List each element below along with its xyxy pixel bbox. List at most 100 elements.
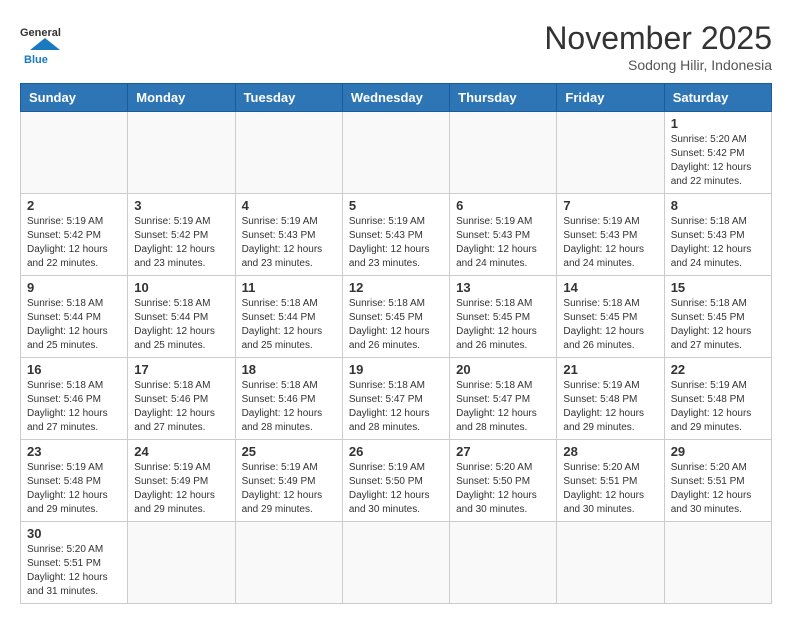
- day-number: 6: [456, 198, 550, 213]
- day-number: 15: [671, 280, 765, 295]
- day-info: Sunrise: 5:18 AM Sunset: 5:44 PM Dayligh…: [134, 297, 228, 353]
- calendar-day-cell: 5 Sunrise: 5:19 AM Sunset: 5:43 PM Daylig…: [342, 194, 449, 276]
- calendar-day-cell: 7 Sunrise: 5:19 AM Sunset: 5:43 PM Daylig…: [557, 194, 664, 276]
- day-number: 4: [242, 198, 336, 213]
- calendar-day-cell: 26 Sunrise: 5:19 AM Sunset: 5:50 PM Dayli…: [342, 440, 449, 522]
- weekday-header-wednesday: Wednesday: [342, 84, 449, 112]
- day-info: Sunrise: 5:19 AM Sunset: 5:42 PM Dayligh…: [27, 215, 121, 271]
- day-info: Sunrise: 5:19 AM Sunset: 5:48 PM Dayligh…: [671, 379, 765, 435]
- day-info: Sunrise: 5:19 AM Sunset: 5:43 PM Dayligh…: [242, 215, 336, 271]
- day-info: Sunrise: 5:18 AM Sunset: 5:45 PM Dayligh…: [456, 297, 550, 353]
- calendar-week-row: 1Sunrise: 5:20 AM Sunset: 5:42 PM Daylig…: [21, 112, 772, 194]
- month-title: November 2025: [544, 20, 772, 57]
- calendar-day-cell: 22Sunrise: 5:19 AM Sunset: 5:48 PM Dayli…: [664, 358, 771, 440]
- calendar-header-row: SundayMondayTuesdayWednesdayThursdayFrid…: [21, 84, 772, 112]
- day-number: 1: [671, 116, 765, 131]
- day-number: 28: [563, 444, 657, 459]
- calendar-day-cell: 1Sunrise: 5:20 AM Sunset: 5:42 PM Daylig…: [664, 112, 771, 194]
- calendar-empty-cell: [557, 112, 664, 194]
- day-info: Sunrise: 5:19 AM Sunset: 5:49 PM Dayligh…: [242, 461, 336, 517]
- calendar-week-row: 23 Sunrise: 5:19 AM Sunset: 5:48 PM Dayli…: [21, 440, 772, 522]
- calendar-day-cell: 17 Sunrise: 5:18 AM Sunset: 5:46 PM Dayli…: [128, 358, 235, 440]
- day-info: Sunrise: 5:19 AM Sunset: 5:43 PM Dayligh…: [456, 215, 550, 271]
- day-number: 17: [134, 362, 228, 377]
- calendar-day-cell: 16 Sunrise: 5:18 AM Sunset: 5:46 PM Dayli…: [21, 358, 128, 440]
- weekday-header-sunday: Sunday: [21, 84, 128, 112]
- day-number: 3: [134, 198, 228, 213]
- day-info: Sunrise: 5:18 AM Sunset: 5:44 PM Dayligh…: [242, 297, 336, 353]
- day-number: 26: [349, 444, 443, 459]
- calendar-day-cell: 8Sunrise: 5:18 AM Sunset: 5:43 PM Daylig…: [664, 194, 771, 276]
- logo: General Blue: [20, 20, 70, 65]
- day-info: Sunrise: 5:18 AM Sunset: 5:46 PM Dayligh…: [134, 379, 228, 435]
- day-info: Sunrise: 5:18 AM Sunset: 5:43 PM Dayligh…: [671, 215, 765, 271]
- day-info: Sunrise: 5:19 AM Sunset: 5:48 PM Dayligh…: [27, 461, 121, 517]
- day-number: 7: [563, 198, 657, 213]
- day-number: 24: [134, 444, 228, 459]
- day-number: 29: [671, 444, 765, 459]
- calendar-day-cell: 12Sunrise: 5:18 AM Sunset: 5:45 PM Dayli…: [342, 276, 449, 358]
- day-info: Sunrise: 5:20 AM Sunset: 5:51 PM Dayligh…: [27, 543, 121, 599]
- day-number: 12: [349, 280, 443, 295]
- day-info: Sunrise: 5:18 AM Sunset: 5:46 PM Dayligh…: [27, 379, 121, 435]
- calendar-empty-cell: [235, 522, 342, 604]
- calendar-day-cell: 30Sunrise: 5:20 AM Sunset: 5:51 PM Dayli…: [21, 522, 128, 604]
- day-number: 9: [27, 280, 121, 295]
- calendar-week-row: 16 Sunrise: 5:18 AM Sunset: 5:46 PM Dayli…: [21, 358, 772, 440]
- day-info: Sunrise: 5:20 AM Sunset: 5:51 PM Dayligh…: [563, 461, 657, 517]
- calendar-empty-cell: [21, 112, 128, 194]
- calendar-day-cell: 14 Sunrise: 5:18 AM Sunset: 5:45 PM Dayli…: [557, 276, 664, 358]
- day-number: 5: [349, 198, 443, 213]
- calendar-day-cell: 2 Sunrise: 5:19 AM Sunset: 5:42 PM Daylig…: [21, 194, 128, 276]
- day-number: 25: [242, 444, 336, 459]
- calendar-day-cell: 4 Sunrise: 5:19 AM Sunset: 5:43 PM Daylig…: [235, 194, 342, 276]
- day-info: Sunrise: 5:19 AM Sunset: 5:42 PM Dayligh…: [134, 215, 228, 271]
- day-number: 14: [563, 280, 657, 295]
- weekday-header-monday: Monday: [128, 84, 235, 112]
- svg-text:General: General: [20, 27, 61, 39]
- day-info: Sunrise: 5:18 AM Sunset: 5:47 PM Dayligh…: [456, 379, 550, 435]
- calendar-day-cell: 11 Sunrise: 5:18 AM Sunset: 5:44 PM Dayli…: [235, 276, 342, 358]
- day-info: Sunrise: 5:19 AM Sunset: 5:43 PM Dayligh…: [349, 215, 443, 271]
- calendar-empty-cell: [128, 522, 235, 604]
- day-number: 27: [456, 444, 550, 459]
- day-number: 10: [134, 280, 228, 295]
- day-info: Sunrise: 5:19 AM Sunset: 5:50 PM Dayligh…: [349, 461, 443, 517]
- day-number: 21: [563, 362, 657, 377]
- title-block: November 2025 Sodong Hilir, Indonesia: [544, 20, 772, 73]
- page-header: General Blue November 2025 Sodong Hilir,…: [20, 20, 772, 73]
- calendar-day-cell: 19Sunrise: 5:18 AM Sunset: 5:47 PM Dayli…: [342, 358, 449, 440]
- day-info: Sunrise: 5:18 AM Sunset: 5:45 PM Dayligh…: [563, 297, 657, 353]
- day-info: Sunrise: 5:19 AM Sunset: 5:49 PM Dayligh…: [134, 461, 228, 517]
- calendar-day-cell: 23 Sunrise: 5:19 AM Sunset: 5:48 PM Dayli…: [21, 440, 128, 522]
- svg-text:Blue: Blue: [24, 54, 48, 65]
- calendar-day-cell: 20Sunrise: 5:18 AM Sunset: 5:47 PM Dayli…: [450, 358, 557, 440]
- day-number: 18: [242, 362, 336, 377]
- day-number: 11: [242, 280, 336, 295]
- calendar-day-cell: 15 Sunrise: 5:18 AM Sunset: 5:45 PM Dayli…: [664, 276, 771, 358]
- calendar-day-cell: 6 Sunrise: 5:19 AM Sunset: 5:43 PM Daylig…: [450, 194, 557, 276]
- day-number: 2: [27, 198, 121, 213]
- calendar-empty-cell: [342, 522, 449, 604]
- day-number: 16: [27, 362, 121, 377]
- calendar-day-cell: 27 Sunrise: 5:20 AM Sunset: 5:50 PM Dayli…: [450, 440, 557, 522]
- day-info: Sunrise: 5:19 AM Sunset: 5:43 PM Dayligh…: [563, 215, 657, 271]
- calendar-week-row: 30Sunrise: 5:20 AM Sunset: 5:51 PM Dayli…: [21, 522, 772, 604]
- calendar-empty-cell: [128, 112, 235, 194]
- calendar-empty-cell: [342, 112, 449, 194]
- weekday-header-friday: Friday: [557, 84, 664, 112]
- weekday-header-thursday: Thursday: [450, 84, 557, 112]
- calendar-week-row: 2 Sunrise: 5:19 AM Sunset: 5:42 PM Daylig…: [21, 194, 772, 276]
- day-info: Sunrise: 5:20 AM Sunset: 5:51 PM Dayligh…: [671, 461, 765, 517]
- calendar-empty-cell: [664, 522, 771, 604]
- day-info: Sunrise: 5:20 AM Sunset: 5:50 PM Dayligh…: [456, 461, 550, 517]
- calendar-day-cell: 21Sunrise: 5:19 AM Sunset: 5:48 PM Dayli…: [557, 358, 664, 440]
- day-info: Sunrise: 5:18 AM Sunset: 5:44 PM Dayligh…: [27, 297, 121, 353]
- calendar-empty-cell: [557, 522, 664, 604]
- calendar-day-cell: 3 Sunrise: 5:19 AM Sunset: 5:42 PM Daylig…: [128, 194, 235, 276]
- day-info: Sunrise: 5:18 AM Sunset: 5:45 PM Dayligh…: [671, 297, 765, 353]
- logo-icon: General Blue: [20, 20, 70, 65]
- day-info: Sunrise: 5:18 AM Sunset: 5:46 PM Dayligh…: [242, 379, 336, 435]
- calendar-day-cell: 25 Sunrise: 5:19 AM Sunset: 5:49 PM Dayli…: [235, 440, 342, 522]
- day-number: 23: [27, 444, 121, 459]
